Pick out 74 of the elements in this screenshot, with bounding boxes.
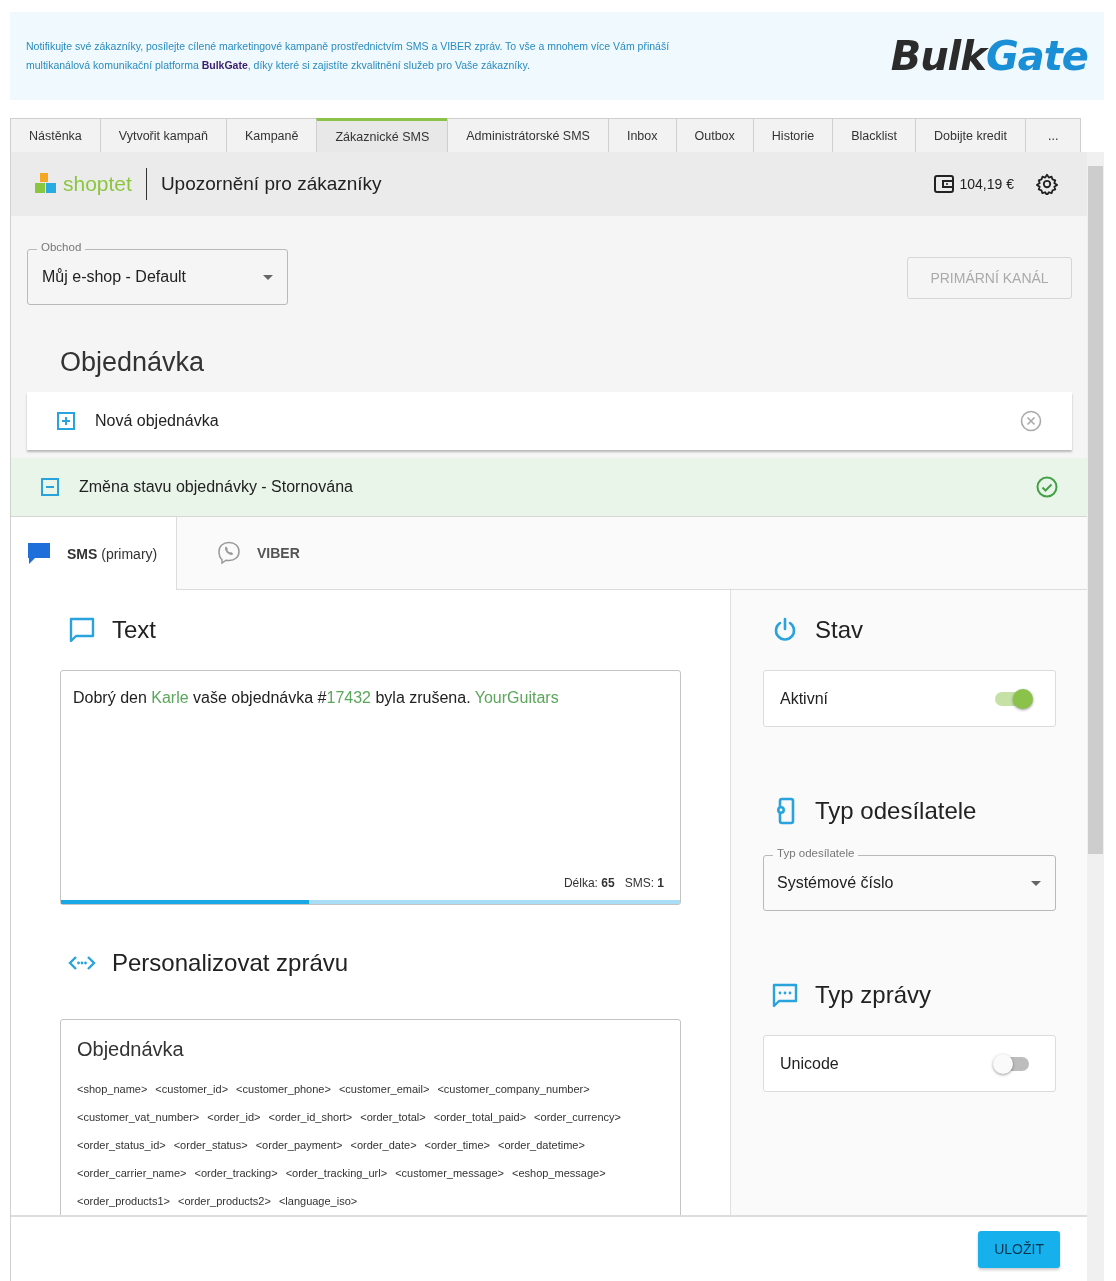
- event-row[interactable]: Změna stavu objednávky - Stornována: [11, 458, 1088, 517]
- nav-tab[interactable]: Historie: [752, 118, 833, 152]
- variable-tag[interactable]: <order_carrier_name>: [77, 1159, 187, 1187]
- message-counter: Délka: 65 SMS: 1: [563, 876, 664, 890]
- caret-icon: [1031, 881, 1041, 886]
- intro-text: Notifikujte své zákazníky, posílejte cílené marketingové kampaně prostřednictvím SMS a VIBER zpráv. To vše a mnohem více Vám přináší multikanálová komunikační platforma BulkGate, díky které si zajistíte zkvalitnění služeb pro Vaše zákazníky.: [26, 39, 671, 73]
- variable-tag[interactable]: <order_date>: [350, 1131, 417, 1159]
- expand-icon: [57, 412, 75, 430]
- logo: BulkGate: [890, 33, 1088, 79]
- nav-tab[interactable]: Blacklist: [832, 118, 916, 152]
- chat-dots-icon: [771, 981, 799, 1009]
- section-heading: Text: [112, 616, 156, 644]
- variable-tag[interactable]: <customer_message>: [395, 1159, 504, 1187]
- section-heading: Typ odesílatele: [815, 797, 977, 825]
- chat-bubble-icon: [68, 616, 96, 644]
- variable-tag[interactable]: <order_payment>: [255, 1131, 343, 1159]
- variable-tag[interactable]: <order_products2>: [177, 1187, 271, 1215]
- variable-tag[interactable]: <customer_email>: [338, 1075, 430, 1103]
- variable-tag[interactable]: <order_id>: [207, 1103, 261, 1131]
- phone-bubble-icon: [217, 541, 241, 565]
- variable-tag[interactable]: <order_id_short>: [268, 1103, 353, 1131]
- nav-tab[interactable]: Dobijte kredit: [915, 118, 1025, 152]
- variable-tag[interactable]: <customer_vat_number>: [77, 1103, 200, 1131]
- variable-tag[interactable]: <order_products1>: [77, 1187, 170, 1215]
- collapse-icon: [41, 478, 59, 496]
- variable-tag[interactable]: <customer_company_number>: [437, 1075, 590, 1103]
- group-title: Objednávka: [77, 1038, 185, 1061]
- channel-tab[interactable]: VIBER: [177, 517, 366, 590]
- variable-tag[interactable]: <order_total_paid>: [433, 1103, 527, 1131]
- section-heading: Typ zprávy: [815, 981, 932, 1009]
- section-title: Objednávka: [60, 347, 206, 378]
- sms-bubble-icon: [27, 541, 51, 566]
- variable-tag[interactable]: <order_currency>: [534, 1103, 621, 1131]
- variable-tag[interactable]: <order_time>: [424, 1131, 490, 1159]
- message-field[interactable]: Dobrý den Karle vaše objednávka #17432 byla zrušena. YourGuitars Délka: 65 SMS: 1: [60, 670, 681, 905]
- variable-tag[interactable]: <order_tracking>: [194, 1159, 278, 1187]
- variable-tag[interactable]: <order_total>: [360, 1103, 426, 1131]
- channel-tab[interactable]: SMS (primary): [11, 517, 177, 590]
- nav-tab[interactable]: Kampaně: [225, 118, 317, 152]
- scrollbar[interactable]: [1087, 152, 1104, 1281]
- variable-tag[interactable]: <language_iso>: [278, 1187, 358, 1215]
- wallet-icon: [933, 175, 954, 193]
- section-heading: Personalizovat zprávu: [112, 949, 349, 977]
- field-label: Obchod: [37, 241, 86, 253]
- nav-tab[interactable]: Nástěnka: [10, 118, 100, 152]
- close-circle-icon: [1020, 410, 1042, 432]
- credit-amount: 104,19 €: [959, 176, 1014, 192]
- settings-icon: [1036, 173, 1058, 195]
- setting-card: Aktivní: [763, 670, 1056, 727]
- variable-tag[interactable]: <customer_phone>: [236, 1075, 331, 1103]
- blocks-icon: [35, 173, 57, 195]
- nav-tab[interactable]: Outbox: [675, 118, 753, 152]
- section-heading: Stav: [815, 616, 864, 644]
- save-button[interactable]: ULOŽIT: [978, 1230, 1060, 1268]
- nav-tab[interactable]: Zákaznické SMS: [316, 118, 448, 152]
- caret-icon: [263, 275, 273, 280]
- nav-tab[interactable]: Vytvořit kampaň: [99, 118, 226, 152]
- variable-tag[interactable]: <order_datetime>: [498, 1131, 585, 1159]
- shoptet-logo: shoptet: [35, 172, 132, 196]
- variable-tag[interactable]: <order_status>: [173, 1131, 248, 1159]
- setting-card: Unicode: [763, 1035, 1056, 1092]
- field-label: Typ odesílatele: [773, 847, 859, 859]
- check-circle-icon: [1036, 476, 1058, 498]
- variable-tag[interactable]: <customer_id>: [155, 1075, 229, 1103]
- event-row[interactable]: Nová objednávka: [27, 392, 1072, 450]
- variable-tag[interactable]: <order_status_id>: [77, 1131, 166, 1159]
- variable-tag[interactable]: <eshop_message>: [512, 1159, 606, 1187]
- nav-tab[interactable]: ...: [1025, 118, 1082, 152]
- nav-tab[interactable]: Inbox: [607, 118, 676, 152]
- toggle-switch[interactable]: [995, 1056, 1029, 1071]
- variable-tag[interactable]: <order_tracking_url>: [285, 1159, 388, 1187]
- page-title: Upozornění pro zákazníky: [160, 173, 382, 195]
- nav-tab[interactable]: Administrátorské SMS: [447, 118, 608, 152]
- variable-tag[interactable]: <shop_name>: [77, 1075, 148, 1103]
